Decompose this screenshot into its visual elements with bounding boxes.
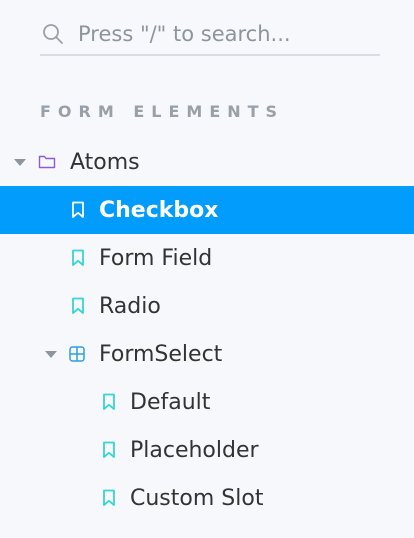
chevron-down-icon[interactable] (14, 159, 26, 166)
bookmark-icon (69, 201, 87, 219)
search-input[interactable] (78, 22, 368, 46)
bookmark-icon (69, 249, 87, 267)
tree-item-form-field[interactable]: Form Field (0, 234, 414, 282)
tree-item-placeholder[interactable]: Placeholder (0, 426, 414, 474)
tree-item-label: Form Field (99, 245, 213, 271)
tree-item-radio[interactable]: Radio (0, 282, 414, 330)
bookmark-icon (100, 393, 118, 411)
tree-item-label: Placeholder (130, 437, 259, 463)
tree-item-label: Custom Slot (130, 485, 264, 511)
tree-item-label: Atoms (70, 149, 140, 175)
chevron-down-icon[interactable] (45, 351, 57, 358)
tree-item-label: Checkbox (99, 197, 219, 223)
search-bar (40, 14, 380, 56)
section-title: FORM ELEMENTS (40, 102, 285, 121)
tree-item-default[interactable]: Default (0, 378, 414, 426)
bookmark-icon (69, 297, 87, 315)
tree-item-label: Default (130, 389, 211, 415)
folder-icon (38, 153, 56, 171)
bookmark-icon (100, 441, 118, 459)
component-icon (68, 345, 86, 363)
sidebar: FORM ELEMENTS Atoms Checkbox (0, 0, 414, 538)
tree-item-custom-slot[interactable]: Custom Slot (0, 474, 414, 522)
tree-item-formselect[interactable]: FormSelect (0, 330, 414, 378)
search-icon (40, 21, 66, 47)
tree-item-atoms[interactable]: Atoms (0, 138, 414, 186)
tree-item-label: Radio (99, 293, 161, 319)
tree-item-label: FormSelect (99, 341, 223, 367)
bookmark-icon (100, 489, 118, 507)
tree: Atoms Checkbox Form Field Radio FormSele… (0, 138, 414, 522)
tree-item-checkbox[interactable]: Checkbox (0, 186, 414, 234)
